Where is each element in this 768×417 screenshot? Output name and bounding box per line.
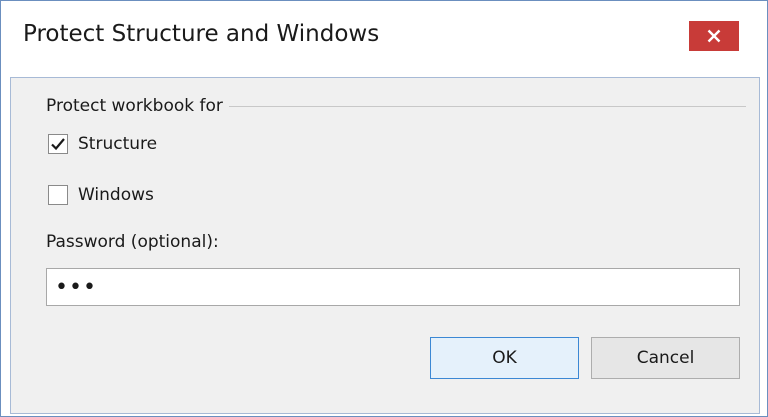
- ok-button[interactable]: OK: [430, 337, 579, 379]
- structure-option[interactable]: Structure: [48, 134, 157, 154]
- checkmark-icon: [51, 138, 65, 151]
- password-label: Password (optional):: [46, 232, 219, 252]
- structure-checkbox[interactable]: [48, 134, 68, 154]
- dialog-client-area: Protect workbook for Structure Windows P…: [10, 77, 760, 414]
- title-bar[interactable]: Protect Structure and Windows: [1, 1, 767, 77]
- dialog-title: Protect Structure and Windows: [23, 21, 380, 47]
- windows-checkbox[interactable]: [48, 185, 68, 205]
- structure-label: Structure: [78, 134, 158, 154]
- group-divider: [228, 105, 746, 107]
- windows-option[interactable]: Windows: [48, 185, 154, 205]
- protect-dialog: Protect Structure and Windows Protect wo…: [0, 0, 768, 417]
- cancel-button[interactable]: Cancel: [591, 337, 740, 379]
- protect-group-header: Protect workbook for: [46, 96, 746, 116]
- password-field[interactable]: [46, 268, 740, 306]
- windows-label: Windows: [78, 185, 154, 205]
- close-button[interactable]: [689, 21, 739, 51]
- close-icon: [707, 29, 721, 43]
- group-label: Protect workbook for: [46, 96, 223, 116]
